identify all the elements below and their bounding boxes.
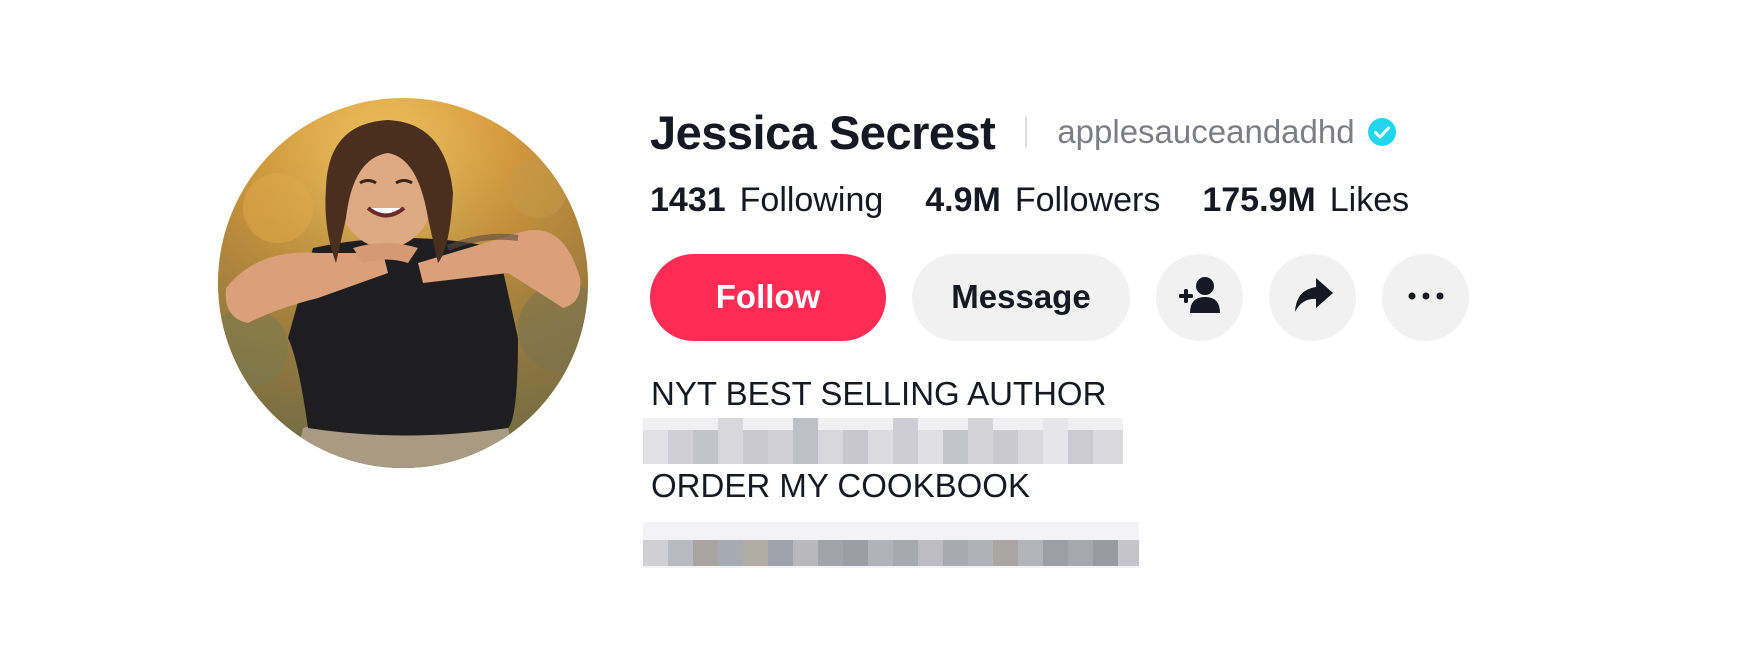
bio: NYT BEST SELLING AUTHOR ORDER MY COOKBOO… [643, 372, 1351, 568]
display-name: Jessica Secrest [650, 105, 996, 159]
add-friend-button[interactable] [1156, 253, 1243, 341]
likes-count: 175.9M [1202, 180, 1316, 219]
share-button[interactable] [1269, 253, 1356, 341]
name-row: Jessica Secrest applesauceandadhd [650, 104, 1397, 160]
add-user-icon [1177, 275, 1223, 320]
verified-check-icon [1367, 117, 1397, 147]
likes-label: Likes [1329, 180, 1410, 219]
stat-likes: 175.9M Likes [1202, 181, 1409, 220]
more-options-button[interactable] [1382, 253, 1469, 341]
bio-line-2: ORDER MY COOKBOOK [651, 467, 1030, 504]
followers-label: Followers [1014, 180, 1161, 219]
username: applesauceandadhd [1057, 113, 1355, 150]
following-count: 1431 [650, 180, 726, 219]
stat-followers[interactable]: 4.9M Followers [925, 181, 1160, 220]
redacted-link-block [643, 522, 1351, 568]
following-label: Following [739, 180, 884, 219]
stat-following[interactable]: 1431 Following [650, 181, 883, 220]
redacted-text-block [643, 418, 1351, 464]
share-arrow-icon [1292, 276, 1334, 319]
avatar[interactable] [218, 98, 588, 468]
name-divider [1025, 117, 1028, 147]
profile-header: Jessica Secrest applesauceandadhd 1431 F… [0, 0, 1743, 658]
avatar-photo [218, 98, 588, 468]
bio-line-1: NYT BEST SELLING AUTHOR [651, 375, 1107, 412]
message-button[interactable]: Message [912, 253, 1130, 341]
more-dots-icon [1406, 288, 1446, 306]
follow-button[interactable]: Follow [650, 253, 886, 341]
stats-row: 1431 Following 4.9M Followers 175.9M Lik… [650, 176, 1451, 224]
followers-count: 4.9M [925, 180, 1001, 219]
actions-row: Follow Message [650, 253, 1495, 341]
